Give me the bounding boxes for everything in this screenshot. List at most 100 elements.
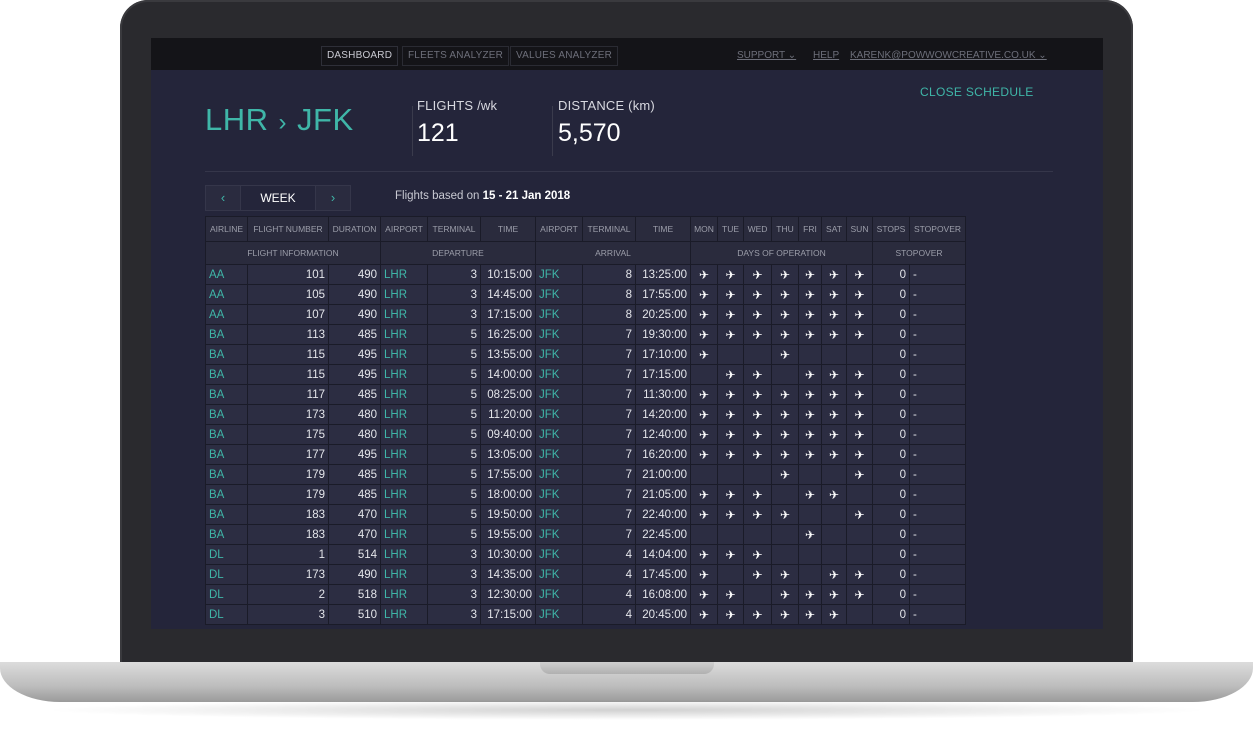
support-menu[interactable]: SUPPORT ⌄ (737, 50, 796, 61)
dep-airport-cell[interactable]: LHR (380, 264, 428, 285)
dep-airport-cell[interactable]: LHR (380, 384, 428, 405)
col-arr-terminal[interactable]: TERMINAL (582, 216, 636, 242)
table-row[interactable]: BA 115 495 LHR 5 13:55:00 JFK 7 17:10:00 ✈ ✈ 0- (205, 344, 966, 365)
airline-cell[interactable]: BA (205, 424, 248, 445)
col-sun[interactable]: SUN (846, 216, 873, 242)
table-row[interactable]: DL 1 514 LHR 3 10:30:00 JFK 4 14:04:00 ✈ ✈ ✈ 0- (205, 544, 966, 565)
airline-cell[interactable]: BA (205, 464, 248, 485)
arr-airport-cell[interactable]: JFK (535, 544, 583, 565)
arr-airport-cell[interactable]: JFK (535, 504, 583, 525)
arr-airport-cell[interactable]: JFK (535, 344, 583, 365)
arr-airport-cell[interactable]: JFK (535, 304, 583, 325)
dep-airport-cell[interactable]: LHR (380, 464, 428, 485)
table-row[interactable]: BA 115 495 LHR 5 14:00:00 JFK 7 17:15:00 ✈ ✈ ✈ ✈ ✈ 0- (205, 364, 966, 385)
table-row[interactable]: AA 101 490 LHR 3 10:15:00 JFK 8 13:25:00 ✈ ✈ ✈ ✈ ✈ ✈ ✈ 0… (205, 264, 966, 285)
airline-cell[interactable]: DL (205, 604, 248, 625)
col-airline[interactable]: AIRLINE (205, 216, 248, 242)
table-row[interactable]: DL 173 490 LHR 3 14:35:00 JFK 4 17:45:00 ✈ ✈ ✈ ✈ ✈ 0- (205, 564, 966, 585)
col-stopover[interactable]: STOPOVER (909, 216, 966, 242)
dep-airport-cell[interactable]: LHR (380, 284, 428, 305)
prev-week-button[interactable]: ‹ (206, 186, 240, 210)
arr-airport-cell[interactable]: JFK (535, 264, 583, 285)
dep-airport-cell[interactable]: LHR (380, 324, 428, 345)
col-dep-terminal[interactable]: TERMINAL (427, 216, 481, 242)
arr-airport-cell[interactable]: JFK (535, 324, 583, 345)
arr-airport-cell[interactable]: JFK (535, 444, 583, 465)
dep-airport-cell[interactable]: LHR (380, 484, 428, 505)
arr-airport-cell[interactable]: JFK (535, 284, 583, 305)
airline-cell[interactable]: BA (205, 504, 248, 525)
tab-fleets-analyzer[interactable]: FLEETS ANALYZER (402, 46, 510, 66)
table-row[interactable]: BA 179 485 LHR 5 17:55:00 JFK 7 21:00:00 ✈ ✈ 0- (205, 464, 966, 485)
col-dep-time[interactable]: TIME (480, 216, 536, 242)
table-row[interactable]: BA 113 485 LHR 5 16:25:00 JFK 7 19:30:00 ✈ ✈ ✈ ✈ ✈ ✈ ✈ 0… (205, 324, 966, 345)
airline-cell[interactable]: BA (205, 484, 248, 505)
airline-cell[interactable]: BA (205, 344, 248, 365)
dep-airport-cell[interactable]: LHR (380, 364, 428, 385)
dep-airport-cell[interactable]: LHR (380, 444, 428, 465)
arr-airport-cell[interactable]: JFK (535, 464, 583, 485)
table-row[interactable]: BA 173 480 LHR 5 11:20:00 JFK 7 14:20:00 ✈ ✈ ✈ ✈ ✈ ✈ ✈ 0… (205, 404, 966, 425)
help-link[interactable]: HELP (813, 50, 839, 61)
table-row[interactable]: BA 117 485 LHR 5 08:25:00 JFK 7 11:30:00 ✈ ✈ ✈ ✈ ✈ ✈ ✈ 0… (205, 384, 966, 405)
arr-airport-cell[interactable]: JFK (535, 564, 583, 585)
arr-airport-cell[interactable]: JFK (535, 524, 583, 545)
airline-cell[interactable]: BA (205, 324, 248, 345)
arr-airport-cell[interactable]: JFK (535, 364, 583, 385)
airline-cell[interactable]: AA (205, 264, 248, 285)
tab-values-analyzer[interactable]: VALUES ANALYZER (510, 46, 618, 66)
col-duration[interactable]: DURATION (328, 216, 381, 242)
dep-airport-cell[interactable]: LHR (380, 424, 428, 445)
airline-cell[interactable]: DL (205, 544, 248, 565)
table-row[interactable]: BA 177 495 LHR 5 13:05:00 JFK 7 16:20:00 ✈ ✈ ✈ ✈ ✈ ✈ ✈ 0… (205, 444, 966, 465)
airline-cell[interactable]: DL (205, 584, 248, 605)
user-account-menu[interactable]: KARENK@POWWOWCREATIVE.CO.UK ⌄ (850, 50, 1047, 61)
dep-airport-cell[interactable]: LHR (380, 564, 428, 585)
arr-airport-cell[interactable]: JFK (535, 604, 583, 625)
airline-cell[interactable]: BA (205, 384, 248, 405)
dep-airport-cell[interactable]: LHR (380, 544, 428, 565)
airline-cell[interactable]: DL (205, 564, 248, 585)
arr-airport-cell[interactable]: JFK (535, 424, 583, 445)
airline-cell[interactable]: BA (205, 364, 248, 385)
table-row[interactable]: BA 179 485 LHR 5 18:00:00 JFK 7 21:05:00 ✈ ✈ ✈ ✈ ✈ 0- (205, 484, 966, 505)
col-tue[interactable]: TUE (717, 216, 744, 242)
col-stops[interactable]: STOPS (872, 216, 910, 242)
close-schedule-button[interactable]: CLOSE SCHEDULE (920, 85, 1034, 99)
dep-airport-cell[interactable]: LHR (380, 504, 428, 525)
airline-cell[interactable]: AA (205, 284, 248, 305)
airline-cell[interactable]: BA (205, 524, 248, 545)
col-arr-time[interactable]: TIME (635, 216, 691, 242)
dep-airport-cell[interactable]: LHR (380, 524, 428, 545)
col-dep-airport[interactable]: AIRPORT (380, 216, 428, 242)
dep-airport-cell[interactable]: LHR (380, 404, 428, 425)
table-row[interactable]: BA 183 470 LHR 5 19:50:00 JFK 7 22:40:00 ✈ ✈ ✈ ✈ ✈ 0- (205, 504, 966, 525)
dep-airport-cell[interactable]: LHR (380, 304, 428, 325)
table-row[interactable]: DL 3 510 LHR 3 17:15:00 JFK 4 20:45:00 ✈ ✈ ✈ ✈ ✈ ✈ 0- (205, 604, 966, 625)
dep-airport-cell[interactable]: LHR (380, 584, 428, 605)
airline-cell[interactable]: AA (205, 304, 248, 325)
arr-airport-cell[interactable]: JFK (535, 404, 583, 425)
arr-airport-cell[interactable]: JFK (535, 584, 583, 605)
table-row[interactable]: BA 183 470 LHR 5 19:55:00 JFK 7 22:45:00 ✈ 0- (205, 524, 966, 545)
airline-cell[interactable]: BA (205, 404, 248, 425)
table-row[interactable]: DL 2 518 LHR 3 12:30:00 JFK 4 16:08:00 ✈ ✈ ✈ ✈ ✈ ✈ 0- (205, 584, 966, 605)
col-thu[interactable]: THU (771, 216, 799, 242)
table-row[interactable]: AA 105 490 LHR 3 14:45:00 JFK 8 17:55:00 ✈ ✈ ✈ ✈ ✈ ✈ ✈ 0… (205, 284, 966, 305)
col-flight-number[interactable]: FLIGHT NUMBER (247, 216, 329, 242)
col-fri[interactable]: FRI (798, 216, 822, 242)
col-arr-airport[interactable]: AIRPORT (535, 216, 583, 242)
dep-airport-cell[interactable]: LHR (380, 344, 428, 365)
arr-airport-cell[interactable]: JFK (535, 384, 583, 405)
col-wed[interactable]: WED (743, 216, 772, 242)
period-label[interactable]: WEEK (240, 186, 316, 210)
table-row[interactable]: BA 175 480 LHR 5 09:40:00 JFK 7 12:40:00 ✈ ✈ ✈ ✈ ✈ ✈ ✈ 0… (205, 424, 966, 445)
tab-dashboard[interactable]: DASHBOARD (321, 46, 399, 66)
next-week-button[interactable]: › (316, 186, 350, 210)
col-mon[interactable]: MON (690, 216, 718, 242)
col-sat[interactable]: SAT (821, 216, 847, 242)
airline-cell[interactable]: BA (205, 444, 248, 465)
table-row[interactable]: AA 107 490 LHR 3 17:15:00 JFK 8 20:25:00 ✈ ✈ ✈ ✈ ✈ ✈ ✈ 0… (205, 304, 966, 325)
dep-airport-cell[interactable]: LHR (380, 604, 428, 625)
arr-airport-cell[interactable]: JFK (535, 484, 583, 505)
